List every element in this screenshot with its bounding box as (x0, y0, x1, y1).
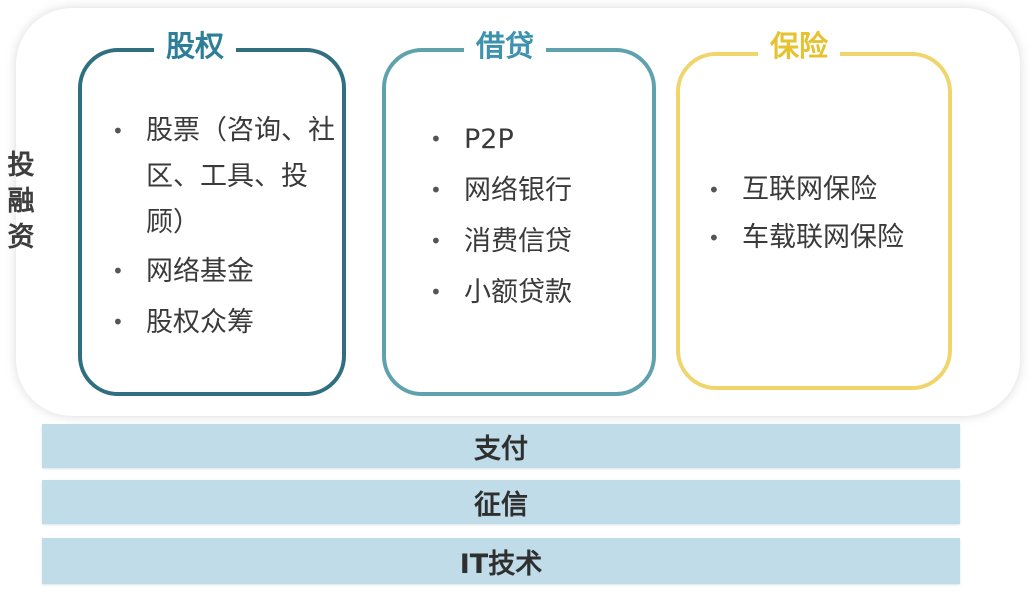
list-item-text: 股权众筹 (146, 307, 254, 338)
lending-title: 借贷 (464, 26, 547, 66)
it-label: IT技术 (459, 548, 543, 580)
side-label-char: 融 (7, 186, 35, 217)
equity-item-funds: • 网络基金 (112, 246, 346, 297)
bullet-icon: • (430, 280, 442, 304)
list-item-text: 车载联网保险 (742, 222, 904, 253)
lending-item-online-bank: • 网络银行 (430, 165, 572, 216)
insurance-list: • 互联网保险 • 车载联网保险 (708, 166, 904, 262)
insurance-item-vehicle: • 车载联网保险 (708, 214, 904, 262)
bullet-icon: • (708, 178, 720, 202)
list-item-text: 网络银行 (464, 175, 572, 206)
payment-label: 支付 (474, 433, 528, 465)
list-item-text: 互联网保险 (742, 174, 877, 205)
list-item-text: P2P (464, 124, 514, 155)
lending-item-microloan: • 小额贷款 (430, 267, 572, 318)
bullet-icon: • (430, 229, 442, 253)
equity-item-crowdfunding: • 股权众筹 (112, 297, 346, 348)
bullet-icon: • (708, 226, 720, 250)
bullet-icon: • (430, 178, 442, 202)
credit-bar: 征信 (42, 480, 960, 524)
financing-side-label: 投 融 资 (4, 148, 38, 256)
credit-label: 征信 (474, 489, 528, 521)
equity-item-stocks: • 股票（咨询、社区、工具、投顾） (112, 108, 346, 246)
insurance-card: 保险 • 互联网保险 • 车载联网保险 (676, 26, 952, 390)
payment-bar: 支付 (42, 424, 960, 468)
side-label-char: 投 (7, 150, 35, 181)
side-label-char: 资 (7, 222, 35, 253)
equity-list: • 股票（咨询、社区、工具、投顾） • 网络基金 • 股权众筹 (112, 108, 346, 348)
lending-item-p2p: • P2P (430, 114, 572, 165)
lending-item-consumer-credit: • 消费信贷 (430, 216, 572, 267)
bullet-icon: • (112, 259, 124, 283)
list-item-text: 消费信贷 (464, 226, 572, 257)
insurance-item-internet: • 互联网保险 (708, 166, 904, 214)
equity-title: 股权 (154, 26, 237, 66)
insurance-title: 保险 (758, 26, 841, 66)
list-item-text: 网络基金 (146, 256, 254, 287)
bullet-icon: • (430, 127, 442, 151)
list-item-text: 小额贷款 (464, 277, 572, 308)
equity-card: 股权 • 股票（咨询、社区、工具、投顾） • 网络基金 • 股权众筹 (78, 26, 346, 396)
it-bar: IT技术 (42, 538, 960, 584)
lending-card: 借贷 • P2P • 网络银行 • 消费信贷 • 小额贷款 (382, 26, 656, 396)
lending-list: • P2P • 网络银行 • 消费信贷 • 小额贷款 (430, 114, 572, 318)
list-item-text: 股票（咨询、社区、工具、投顾） (146, 115, 335, 238)
bullet-icon: • (112, 119, 124, 143)
bullet-icon: • (112, 310, 124, 334)
